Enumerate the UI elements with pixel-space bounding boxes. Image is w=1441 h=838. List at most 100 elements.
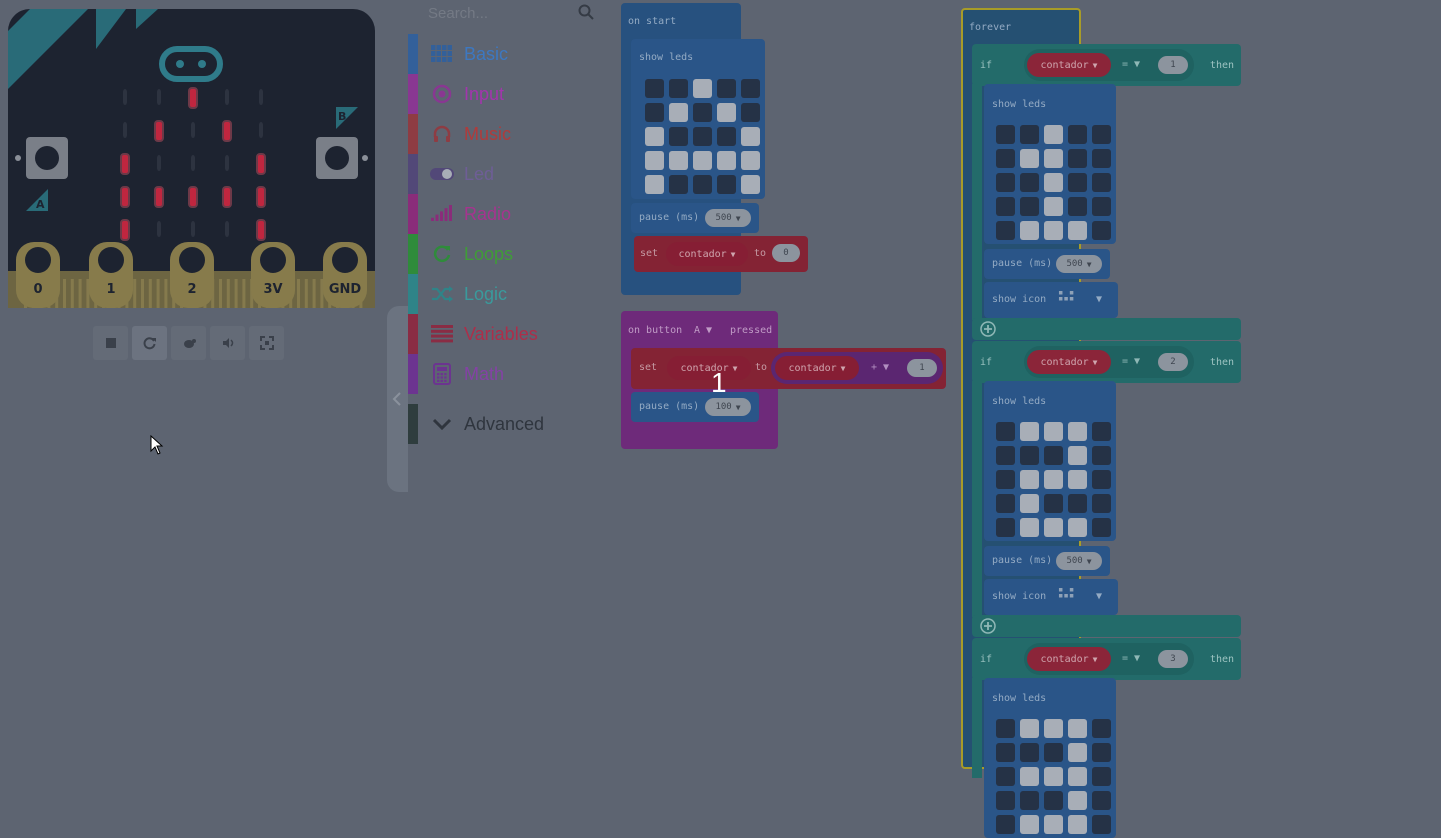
led-cell-on[interactable] — [669, 103, 688, 122]
led-cell-off[interactable] — [669, 175, 688, 194]
led-cell-on[interactable] — [1044, 197, 1063, 216]
led-cell-off[interactable] — [1092, 791, 1111, 810]
show-leds-block[interactable]: show leds — [984, 84, 1116, 244]
toolbox-category-logic[interactable]: Logic — [408, 274, 608, 314]
toolbox-category-radio[interactable]: Radio — [408, 194, 608, 234]
toolbox-category-music[interactable]: Music — [408, 114, 608, 154]
led-cell-on[interactable] — [741, 127, 760, 146]
led-cell-off[interactable] — [1068, 197, 1087, 216]
led-cell-on[interactable] — [693, 79, 712, 98]
led-cell-off[interactable] — [717, 79, 736, 98]
led-cell-on[interactable] — [1068, 518, 1087, 537]
led-cell-off[interactable] — [1092, 125, 1111, 144]
led-cell-off[interactable] — [996, 767, 1015, 786]
mute-button[interactable] — [210, 326, 245, 360]
compare-operator-dropdown[interactable]: = ▼ — [1122, 653, 1140, 664]
led-cell-off[interactable] — [1068, 494, 1087, 513]
show-leds-block[interactable]: show leds — [984, 381, 1116, 541]
toolbox-category-advanced[interactable]: Advanced — [408, 404, 608, 444]
add-else-icon[interactable] — [980, 321, 996, 337]
variable-dropdown[interactable]: contador ▼ — [1027, 53, 1111, 77]
led-cell-off[interactable] — [1092, 518, 1111, 537]
show-leds-block[interactable]: show leds — [631, 39, 765, 199]
led-cell-on[interactable] — [1068, 221, 1087, 240]
led-cell-on[interactable] — [1068, 791, 1087, 810]
led-cell-off[interactable] — [1020, 125, 1039, 144]
led-cell-off[interactable] — [996, 518, 1015, 537]
led-cell-off[interactable] — [741, 103, 760, 122]
led-cell-on[interactable] — [1044, 815, 1063, 834]
led-cell-off[interactable] — [1092, 221, 1111, 240]
variable-dropdown[interactable]: contador ▼ — [666, 242, 748, 266]
led-cell-off[interactable] — [996, 815, 1015, 834]
led-cell-on[interactable] — [1068, 743, 1087, 762]
led-cell-off[interactable] — [693, 103, 712, 122]
fullscreen-button[interactable] — [249, 326, 284, 360]
led-cell-on[interactable] — [1020, 518, 1039, 537]
led-cell-on[interactable] — [1044, 149, 1063, 168]
led-cell-off[interactable] — [669, 127, 688, 146]
icon-preview[interactable]: ▪ ▪ ▪▪▪ — [1058, 289, 1082, 308]
variable-dropdown[interactable]: contador ▼ — [1027, 647, 1111, 671]
simulator-collapse-handle[interactable] — [387, 306, 408, 492]
led-cell-off[interactable] — [1092, 422, 1111, 441]
led-cell-on[interactable] — [669, 151, 688, 170]
set-value[interactable]: 0 — [772, 244, 800, 262]
led-cell-off[interactable] — [996, 494, 1015, 513]
pause-value[interactable]: 500 ▼ — [705, 209, 751, 227]
led-cell-on[interactable] — [717, 151, 736, 170]
led-cell-on[interactable] — [1020, 719, 1039, 738]
led-cell-on[interactable] — [1068, 422, 1087, 441]
led-cell-off[interactable] — [1068, 149, 1087, 168]
led-cell-off[interactable] — [996, 173, 1015, 192]
pause-value[interactable]: 500 ▼ — [1056, 552, 1102, 570]
led-cell-off[interactable] — [693, 127, 712, 146]
led-cell-off[interactable] — [1092, 494, 1111, 513]
led-cell-off[interactable] — [1068, 173, 1087, 192]
led-cell-on[interactable] — [1044, 422, 1063, 441]
pause-value[interactable]: 500 ▼ — [1056, 255, 1102, 273]
led-cell-off[interactable] — [1044, 494, 1063, 513]
led-cell-on[interactable] — [1044, 719, 1063, 738]
led-cell-on[interactable] — [1068, 719, 1087, 738]
led-cell-off[interactable] — [996, 422, 1015, 441]
compare-operator-dropdown[interactable]: = ▼ — [1122, 59, 1140, 70]
led-cell-on[interactable] — [717, 103, 736, 122]
add-else-icon[interactable] — [980, 618, 996, 634]
led-cell-off[interactable] — [717, 127, 736, 146]
led-cell-off[interactable] — [996, 221, 1015, 240]
led-cell-on[interactable] — [1020, 221, 1039, 240]
variable-dropdown[interactable]: contador ▼ — [1027, 350, 1111, 374]
led-cell-off[interactable] — [1092, 815, 1111, 834]
led-cell-on[interactable] — [1020, 767, 1039, 786]
compare-value[interactable]: 2 — [1158, 353, 1188, 371]
led-cell-on[interactable] — [1068, 815, 1087, 834]
led-cell-on[interactable] — [1044, 767, 1063, 786]
led-cell-off[interactable] — [996, 470, 1015, 489]
microbit-board[interactable]: A B 0 1 2 3V GND — [8, 9, 375, 308]
icon-dropdown-arrow[interactable]: ▼ — [1096, 591, 1102, 602]
led-cell-off[interactable] — [693, 175, 712, 194]
change-variable-block[interactable]: set contador ▼ to contador ▼ + ▼ 1 — [631, 348, 946, 389]
led-cell-on[interactable] — [1020, 815, 1039, 834]
led-cell-off[interactable] — [1092, 719, 1111, 738]
led-cell-on[interactable] — [1068, 446, 1087, 465]
led-grid[interactable] — [645, 79, 760, 194]
led-cell-off[interactable] — [1068, 125, 1087, 144]
led-cell-off[interactable] — [1044, 743, 1063, 762]
toolbox-category-led[interactable]: Led — [408, 154, 608, 194]
led-cell-off[interactable] — [1044, 446, 1063, 465]
led-cell-on[interactable] — [645, 151, 664, 170]
led-cell-off[interactable] — [1092, 767, 1111, 786]
button-dropdown[interactable]: A ▼ — [694, 325, 712, 336]
operand-variable[interactable]: contador ▼ — [775, 356, 859, 380]
search-input[interactable] — [426, 2, 580, 24]
led-cell-on[interactable] — [1020, 149, 1039, 168]
led-cell-on[interactable] — [1044, 221, 1063, 240]
compare-block[interactable]: contador ▼ = ▼ 1 — [1024, 49, 1194, 81]
led-cell-off[interactable] — [1092, 446, 1111, 465]
operand-value[interactable]: 1 — [907, 359, 937, 377]
led-cell-off[interactable] — [996, 743, 1015, 762]
pause-block[interactable]: pause (ms) 500 ▼ — [984, 249, 1110, 279]
led-grid[interactable] — [996, 125, 1111, 240]
